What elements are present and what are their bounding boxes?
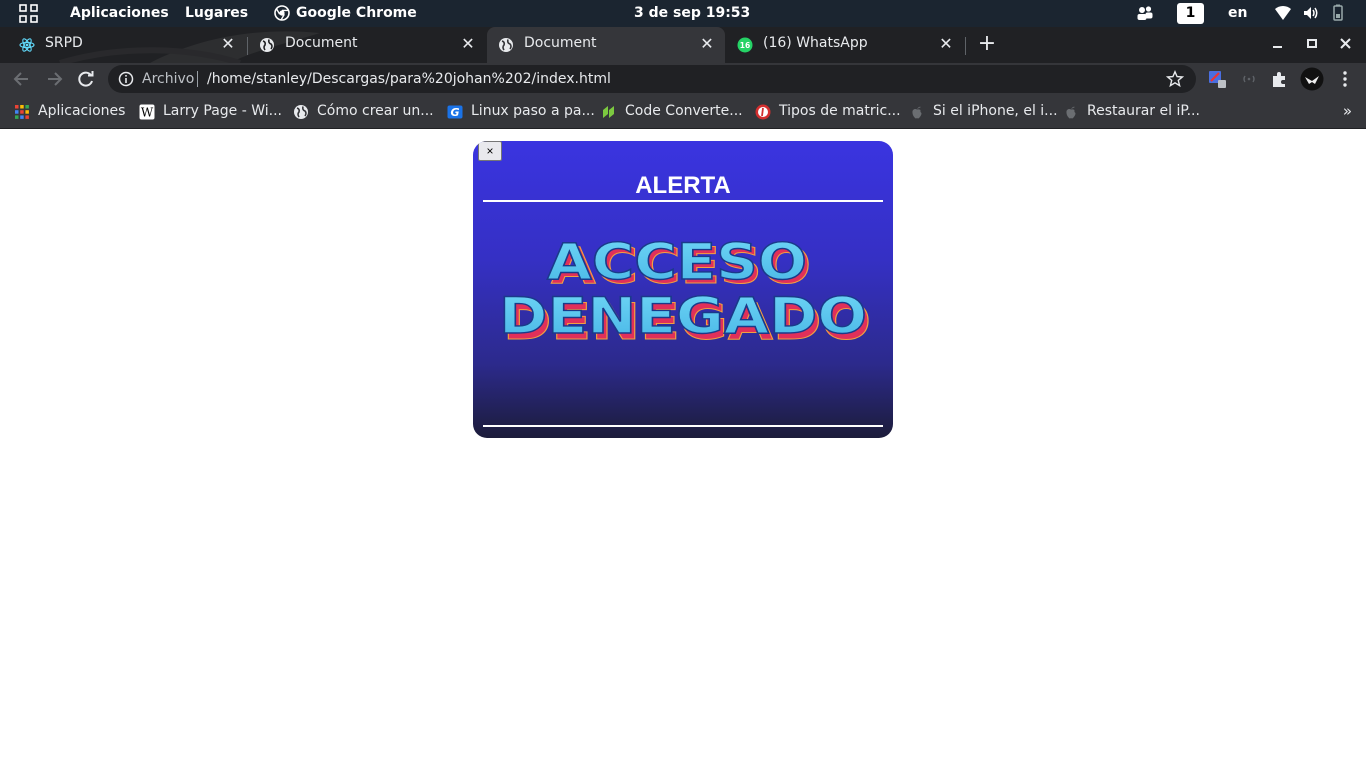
close-tab-button[interactable]: ✕ [219,35,237,53]
alert-modal: × ALERTA ACCESO ACCESO DENEGADO DENEGADO [473,141,893,438]
profile-avatar-icon[interactable] [1300,67,1324,91]
globe-icon [260,38,274,52]
clock[interactable]: 3 de sep 19:53 [634,5,750,21]
address-bar[interactable]: Archivo /home/stanley/Descargas/para%20j… [108,65,1196,93]
bookmark-star-icon[interactable] [1166,70,1184,88]
modal-title: ALERTA [635,172,731,199]
maximize-icon[interactable] [1303,33,1321,53]
apple-icon [1066,106,1076,119]
tab-document-1[interactable]: Document ✕ [248,27,486,63]
battery-icon[interactable] [1332,3,1344,23]
translate-extension-icon[interactable] [1208,69,1228,89]
svg-text:G: G [450,106,459,119]
user-group-icon[interactable] [1136,3,1154,23]
apple-icon [912,106,922,119]
system-top-bar: Aplicaciones Lugares Google Chrome 3 de … [0,0,1366,27]
site-scheme-label[interactable]: Archivo [142,71,194,87]
bookmark-label: Si el iPhone, el i... [933,103,1058,119]
bookmark-label: Code Converte... [625,103,743,119]
volume-icon[interactable] [1302,3,1320,23]
chrome-icon [274,5,290,21]
whatsapp-badge: 16 [740,41,750,50]
workspace-indicator[interactable]: 1 [1177,3,1204,24]
close-tab-button[interactable]: ✕ [459,35,477,53]
tab-document-active[interactable]: Document ✕ [487,27,725,63]
forward-arrow-icon[interactable] [43,68,65,90]
cast-extension-icon[interactable] [1239,69,1259,89]
minimize-icon[interactable] [1269,33,1287,53]
activities-grid-icon[interactable] [19,4,39,24]
globe-icon [499,38,513,52]
modal-top-divider [483,200,883,202]
extensions-puzzle-icon[interactable] [1270,69,1290,89]
tab-title: Document [524,35,597,51]
bookmarks-bar: Aplicaciones W Larry Page - Wi... Cómo c… [0,95,1366,129]
wifi-icon[interactable] [1274,3,1292,23]
apps-grid-icon [15,105,29,119]
modal-close-button[interactable]: × [478,141,502,161]
active-app-menu[interactable]: Google Chrome [296,5,417,21]
modal-bottom-divider [483,425,883,427]
svg-text:W: W [141,106,154,120]
tab-divider [965,37,966,55]
info-icon[interactable] [118,71,134,87]
globe-icon [294,105,308,119]
bookmark-label: Linux paso a pa... [471,103,595,119]
keyboard-layout-indicator[interactable]: en [1228,5,1247,21]
applications-menu[interactable]: Aplicaciones [70,5,169,21]
tab-title: (16) WhatsApp [763,35,868,51]
omnibox-divider [197,71,198,87]
bookmark-label: Restaurar el iP... [1087,103,1200,119]
code-converter-icon [603,106,614,118]
back-arrow-icon[interactable] [11,68,33,90]
url-text[interactable]: /home/stanley/Descargas/para%20johan%202… [207,71,611,87]
reload-icon[interactable] [75,68,97,90]
image-text-line1: ACCESO [547,233,807,291]
close-window-icon[interactable] [1337,33,1355,53]
red-site-icon [755,104,771,120]
close-tab-button[interactable]: ✕ [937,35,955,53]
new-tab-button[interactable]: + [976,33,998,55]
wikipedia-icon: W [139,104,155,120]
places-menu[interactable]: Lugares [185,5,248,21]
whatsapp-icon: 16 [737,37,753,53]
bookmark-label: Tipos de matric... [779,103,901,119]
bookmark-label: Cómo crear un... [317,103,434,119]
image-text-line2: DENEGADO [499,287,867,345]
access-denied-image: ACCESO ACCESO DENEGADO DENEGADO [498,232,871,347]
react-icon [19,38,35,52]
linux-site-icon: G [447,105,463,119]
tab-whatsapp[interactable]: 16 (16) WhatsApp ✕ [726,27,964,63]
tab-srpd[interactable]: SRPD ✕ [8,27,246,63]
chrome-menu-icon[interactable] [1335,69,1355,89]
close-tab-button[interactable]: ✕ [698,35,716,53]
tab-strip: SRPD ✕ Document ✕ Document ✕ 16 (16) Wha… [0,27,1366,63]
more-bookmarks-chevron-icon[interactable]: » [1343,102,1352,120]
tab-title: Document [285,35,358,51]
bookmark-label: Aplicaciones [38,103,126,119]
browser-toolbar: Archivo /home/stanley/Descargas/para%20j… [0,63,1366,95]
tab-title: SRPD [45,35,83,51]
bookmark-label: Larry Page - Wi... [163,103,282,119]
